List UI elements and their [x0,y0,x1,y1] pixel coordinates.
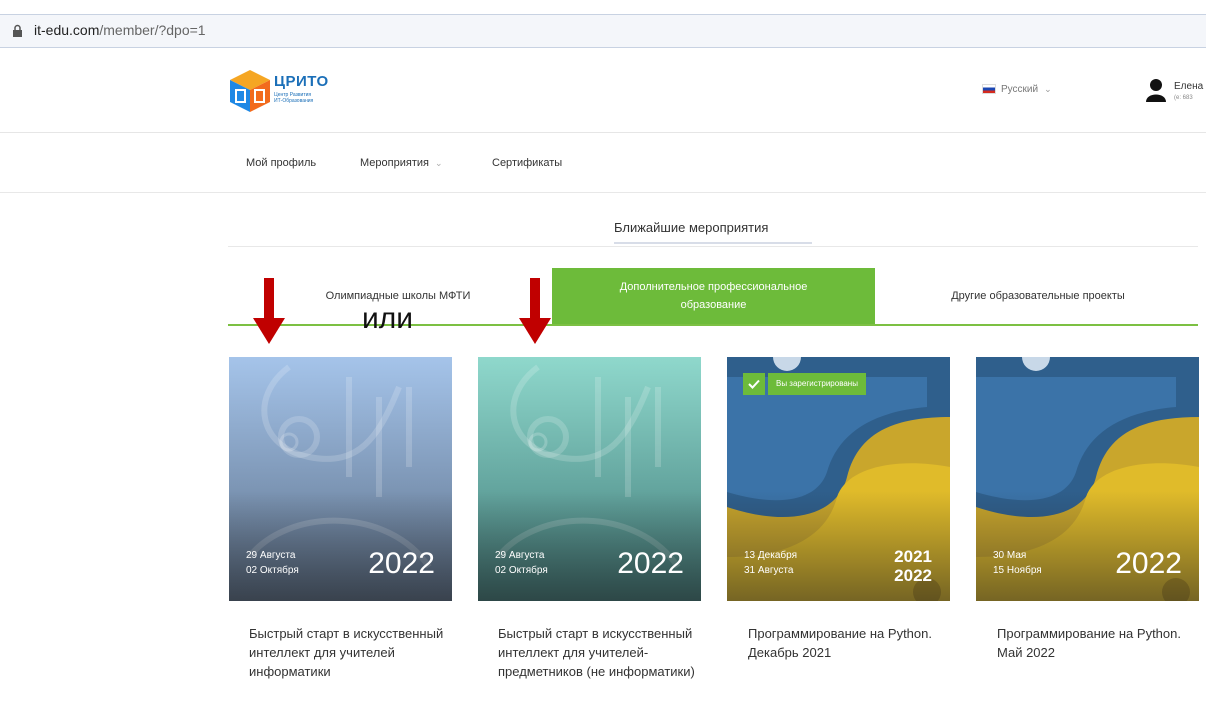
event-card[interactable]: 29 Августа 02 Октября 2022 [229,357,452,601]
card-title[interactable]: Программирование на Python. Декабрь 2021 [748,624,948,662]
card-overlay [229,491,452,601]
card-title[interactable]: Быстрый старт в искусственный интеллект … [498,624,698,681]
card-start-year: 2021 [894,547,932,566]
card-title[interactable]: Быстрый старт в искусственный интеллект … [249,624,449,681]
tab-professional-education[interactable]: Дополнительное профессиональное образова… [552,268,875,324]
card-end-date: 02 Октября [246,565,299,576]
user-id: (e: 683 [1174,95,1193,101]
url-text[interactable]: it-edu.com/member/?dpo=1 [34,22,206,38]
nav-item-events-label: Мероприятия [360,157,429,169]
user-name: Елена [1174,81,1204,92]
main-nav: Мой профиль Мероприятия ⌄ Сертификаты [0,132,1206,193]
site-logo[interactable]: ЦРИТО Центр Развития ИТ-Образования [228,68,348,114]
language-label: Русский [1001,84,1039,95]
card-start-date: 29 Августа [246,550,296,561]
language-selector[interactable]: Русский ⌄ [982,84,1052,95]
logo-cube-icon [230,70,270,112]
card-end-date: 02 Октября [495,565,548,576]
card-start-date: 30 Мая [993,550,1027,561]
user-icon [1146,79,1166,102]
card-end-year: 2022 [894,566,932,585]
red-arrow-annotation [519,278,551,344]
card-year: 2022 [617,547,684,580]
tab-other-projects[interactable]: Другие образовательные проекты [893,268,1183,324]
chevron-down-icon: ⌄ [434,158,443,168]
card-start-date: 29 Августа [495,550,545,561]
card-year: 2022 [368,547,435,580]
address-bar[interactable]: it-edu.com/member/?dpo=1 [0,14,1206,48]
card-end-date: 31 Августа [744,565,794,576]
registered-badge-label: Вы зарегистрированы [768,373,866,395]
logo-tagline: ИТ-Образования [274,98,314,104]
red-arrow-annotation [253,278,285,344]
russia-flag-icon [982,84,996,95]
check-icon [743,373,765,395]
lock-icon [13,24,22,37]
section-header: Ближайшие мероприятия [228,212,1198,247]
registered-badge: Вы зарегистрированы [743,373,866,395]
nav-item-events[interactable]: Мероприятия ⌄ [360,157,443,169]
section-title: Ближайшие мероприятия [614,220,769,235]
event-card[interactable]: 30 Мая 15 Ноября 2022 [976,357,1199,601]
nav-item-profile[interactable]: Мой профиль [246,157,316,169]
event-card[interactable]: Вы зарегистрированы 13 Декабря 31 Август… [727,357,950,601]
card-overlay [478,491,701,601]
logo-brand-text: ЦРИТО [274,73,329,90]
card-start-date: 13 Декабря [744,550,797,561]
card-title[interactable]: Программирование на Python. Май 2022 [997,624,1197,662]
user-menu[interactable]: Елена (e: 683 [1146,78,1206,108]
card-end-date: 15 Ноября [993,565,1042,576]
section-title-underline [614,242,812,244]
chevron-down-icon: ⌄ [1044,84,1052,94]
card-overlay [976,491,1199,601]
card-year: 2022 [1115,547,1182,580]
annotation-or-text: или [362,302,414,335]
event-card[interactable]: 29 Августа 02 Октября 2022 [478,357,701,601]
nav-item-certificates[interactable]: Сертификаты [492,157,562,169]
